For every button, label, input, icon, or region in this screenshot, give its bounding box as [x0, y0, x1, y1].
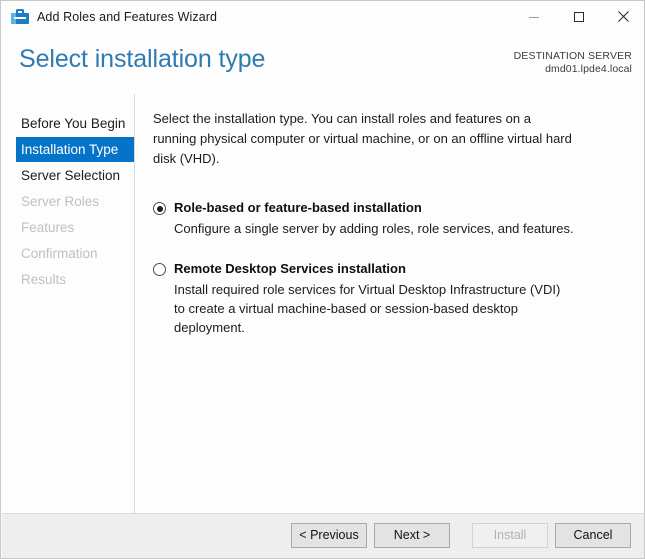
sidebar-item-confirmation: Confirmation: [21, 246, 98, 261]
option-remote-desktop-title: Remote Desktop Services installation: [174, 261, 406, 276]
installation-type-options: Role-based or feature-based installation…: [153, 199, 593, 337]
next-button[interactable]: Next >: [374, 523, 450, 548]
maximize-icon[interactable]: [556, 1, 601, 32]
radio-remote-desktop-services-installation[interactable]: [153, 263, 166, 276]
sidebar-item-results: Results: [21, 272, 67, 287]
option-remote-desktop-services-installation[interactable]: Remote Desktop Services installation Ins…: [153, 260, 593, 337]
cancel-button[interactable]: Cancel: [555, 523, 631, 548]
title-bar: Add Roles and Features Wizard: [1, 1, 644, 32]
sidebar-item-installation-type[interactable]: Installation Type: [16, 137, 134, 162]
option-remote-desktop-description: Install required role services for Virtu…: [174, 282, 561, 335]
window-controls: [511, 1, 644, 32]
add-roles-and-features-wizard-window: Add Roles and Features Wizard Select ins…: [0, 0, 645, 559]
sidebar-item-server-roles: Server Roles: [21, 194, 100, 209]
install-button: Install: [472, 523, 548, 548]
server-roles-icon: [11, 8, 29, 26]
destination-server-block: DESTINATION SERVER dmd01.lpde4.local: [514, 50, 632, 76]
wizard-buttons: < Previous Next > Install Cancel: [284, 523, 631, 548]
option-role-based-title: Role-based or feature-based installation: [174, 200, 422, 215]
sidebar-item-features: Features: [21, 220, 75, 235]
option-role-based-installation[interactable]: Role-based or feature-based installation…: [153, 199, 593, 238]
sidebar-item-server-selection[interactable]: Server Selection: [2, 163, 134, 188]
previous-button[interactable]: < Previous: [291, 523, 367, 548]
minimize-icon[interactable]: [511, 1, 556, 32]
instruction-text: Select the installation type. You can in…: [153, 111, 572, 166]
window-title: Add Roles and Features Wizard: [37, 9, 218, 24]
option-role-based-description: Configure a single server by adding role…: [174, 221, 574, 236]
radio-role-based-installation[interactable]: [153, 202, 166, 215]
close-icon[interactable]: [601, 1, 644, 32]
wizard-steps-nav: Before You Begin Installation Type Serve…: [2, 94, 134, 513]
main-pane: Select the installation type. You can in…: [135, 94, 644, 513]
content-area: Before You Begin Installation Type Serve…: [2, 94, 644, 513]
page-title: Select installation type: [19, 45, 266, 73]
destination-server-label: DESTINATION SERVER: [513, 50, 632, 62]
page-header: Select installation type DESTINATION SER…: [2, 32, 644, 94]
sidebar-item-before-you-begin[interactable]: Before You Begin: [2, 111, 134, 136]
destination-server-name: dmd01.lpde4.local: [545, 63, 632, 75]
footer-bar: < Previous Next > Install Cancel: [2, 513, 644, 558]
